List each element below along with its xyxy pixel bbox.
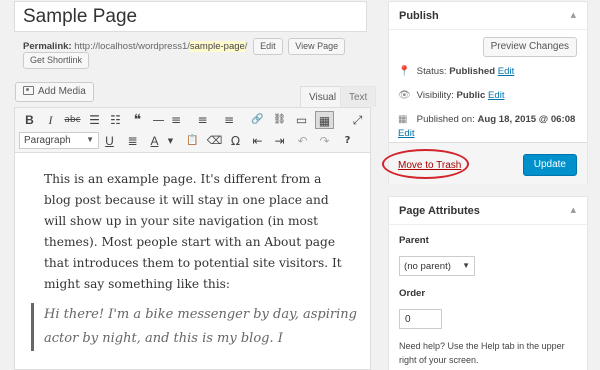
- special-character-icon[interactable]: Ω: [226, 132, 245, 150]
- justify-icon[interactable]: ≣: [123, 132, 142, 150]
- eye-icon: 👁: [398, 90, 411, 101]
- published-date-row: ▦ Published on: Aug 18, 2015 @ 06:08: [398, 114, 575, 125]
- toolbar-toggle-icon[interactable]: ▦: [315, 111, 334, 129]
- numbered-list-icon[interactable]: ☷: [106, 111, 125, 129]
- order-label: Order: [399, 288, 426, 299]
- clear-formatting-icon[interactable]: ⌫: [205, 132, 224, 150]
- permalink-base-url: http://localhost/wordpress1/: [74, 41, 190, 53]
- format-select[interactable]: Paragraph ▼: [19, 132, 99, 149]
- visibility-label: Visibility:: [416, 90, 454, 101]
- update-button[interactable]: Update: [522, 154, 577, 176]
- page-attributes-header[interactable]: Page Attributes ▲: [389, 197, 587, 225]
- horizontal-line-icon[interactable]: —: [149, 111, 168, 129]
- post-title-input[interactable]: [14, 1, 367, 32]
- collapse-arrow-icon[interactable]: ▲: [571, 206, 576, 214]
- outdent-icon[interactable]: ⇤: [248, 132, 267, 150]
- chevron-down-icon: ▼: [462, 261, 470, 270]
- remove-link-icon[interactable]: ⛓: [270, 111, 289, 129]
- bold-icon[interactable]: B: [20, 111, 39, 129]
- page-attributes-title: Page Attributes: [399, 205, 480, 217]
- align-center-icon[interactable]: ≡: [193, 111, 212, 129]
- status-edit-link[interactable]: Edit: [498, 66, 515, 77]
- bulleted-list-icon[interactable]: ☰: [85, 111, 104, 129]
- order-input[interactable]: [399, 309, 442, 329]
- pin-icon: 📍: [398, 66, 411, 77]
- visibility-value: Public: [456, 90, 486, 101]
- insert-link-icon[interactable]: 🔗: [248, 111, 267, 129]
- help-icon[interactable]: ?: [338, 132, 357, 150]
- chevron-down-icon: ▼: [86, 135, 94, 144]
- fullscreen-icon[interactable]: ⤢: [348, 111, 367, 129]
- calendar-icon: ▦: [398, 114, 408, 125]
- align-right-icon[interactable]: ≡: [215, 111, 234, 129]
- tab-text[interactable]: Text: [340, 86, 377, 107]
- publish-box-header[interactable]: Publish ▲: [389, 2, 587, 30]
- parent-select[interactable]: (no parent) ▼: [399, 256, 475, 276]
- preview-changes-button[interactable]: Preview Changes: [482, 37, 577, 57]
- move-to-trash-link[interactable]: Move to Trash: [398, 160, 461, 171]
- content-blockquote: Hi there! I'm a bike messenger by day, a…: [31, 303, 361, 351]
- published-edit-link[interactable]: Edit: [398, 128, 415, 139]
- publish-box-title: Publish: [399, 10, 439, 22]
- read-more-icon[interactable]: ▭: [292, 111, 311, 129]
- tab-visual[interactable]: Visual: [300, 86, 346, 107]
- published-value: Aug 18, 2015 @ 06:08: [477, 114, 576, 125]
- add-media-button[interactable]: Add Media: [15, 82, 94, 102]
- align-left-icon[interactable]: ≡: [171, 111, 190, 129]
- text-color-dropdown-icon[interactable]: ▼: [161, 132, 180, 150]
- underline-icon[interactable]: U: [100, 132, 119, 150]
- visibility-row: 👁 Visibility: Public Edit: [398, 90, 505, 101]
- status-value: Published: [449, 66, 496, 77]
- permalink-slug[interactable]: sample-page: [189, 41, 245, 53]
- published-label: Published on:: [416, 114, 475, 125]
- parent-select-value: (no parent): [404, 261, 451, 272]
- editor-toolbar: B I abc ☰ ☷ ❝ — ≡ ≡ ≡ 🔗 ⛓ ▭ ▦ ⤢ Paragrap…: [14, 107, 371, 153]
- collapse-arrow-icon[interactable]: ▲: [571, 11, 576, 19]
- page-attributes-box: Page Attributes ▲ Parent (no parent) ▼ O…: [388, 196, 588, 370]
- permalink-edit-button[interactable]: Edit: [253, 38, 283, 55]
- format-select-value: Paragraph: [24, 135, 71, 146]
- page-attributes-help-text: Need help? Use the Help tab in the upper…: [399, 341, 565, 365]
- toolbar-row-1: B I abc ☰ ☷ ❝ — ≡ ≡ ≡ 🔗 ⛓ ▭ ▦ ⤢: [15, 109, 370, 131]
- major-publishing-actions: Move to Trash Update: [382, 142, 587, 184]
- add-media-label: Add Media: [38, 86, 86, 97]
- blockquote-icon[interactable]: ❝: [128, 111, 147, 129]
- toolbar-row-2: Paragraph ▼ U ≣ A ▼ 📋 ⌫ Ω ⇤ ⇥ ↶ ↷ ?: [15, 130, 370, 152]
- strikethrough-icon[interactable]: abc: [63, 111, 82, 129]
- media-icon: [23, 86, 34, 95]
- editor-content-area[interactable]: This is an example page. It's different …: [14, 153, 371, 370]
- permalink-trailing: /: [244, 41, 248, 53]
- view-page-button[interactable]: View Page: [288, 38, 346, 55]
- paste-as-text-icon[interactable]: 📋: [183, 132, 202, 150]
- post-status-row: 📍 Status: Published Edit: [398, 66, 514, 77]
- publish-box: Publish ▲ Preview Changes 📍 Status: Publ…: [382, 1, 588, 184]
- parent-label: Parent: [399, 235, 429, 246]
- content-paragraph: This is an example page. It's different …: [44, 172, 342, 291]
- indent-icon[interactable]: ⇥: [270, 132, 289, 150]
- get-shortlink-button[interactable]: Get Shortlink: [23, 52, 90, 69]
- visibility-edit-link[interactable]: Edit: [488, 90, 505, 101]
- redo-icon[interactable]: ↷: [315, 132, 334, 150]
- italic-icon[interactable]: I: [41, 111, 60, 129]
- permalink-label: Permalink:: [23, 41, 72, 53]
- status-label: Status:: [416, 66, 447, 77]
- undo-icon[interactable]: ↶: [293, 132, 312, 150]
